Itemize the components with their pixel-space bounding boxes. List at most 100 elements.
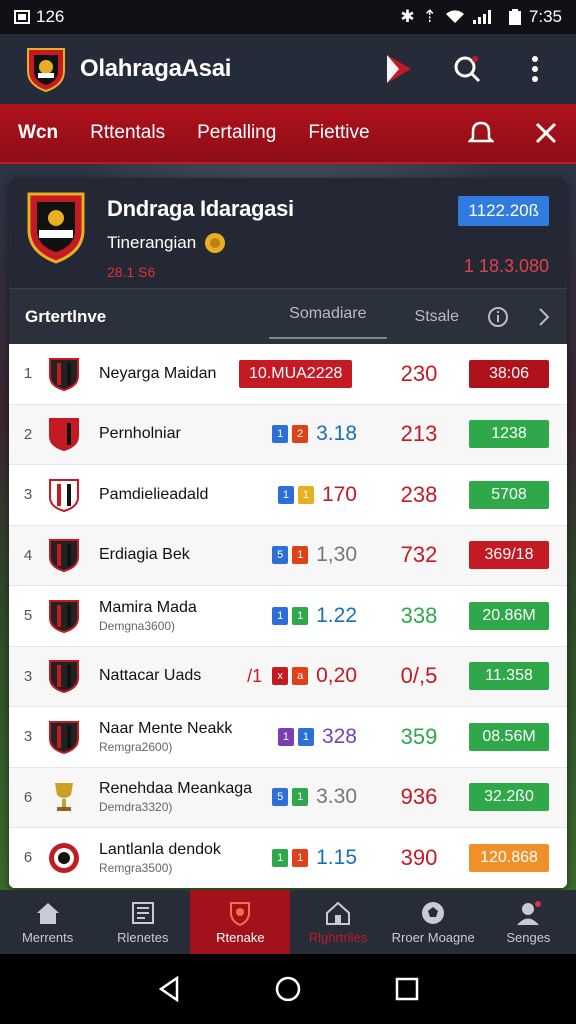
table-row[interactable]: 2 Pernholniar 1 2 3.18 213 1238 (9, 404, 567, 465)
form-indicators: 1 1 1.22 (237, 604, 357, 628)
table-row[interactable]: 3 Pamdielieadald 1 1 170 238 5708 (9, 465, 567, 526)
team-card: Dndraga Idaragasi Tinerangian 28.1 S6 11… (9, 178, 567, 888)
nav-label: Rtenake (216, 929, 265, 945)
back-button[interactable] (157, 976, 181, 1002)
tab-fiettive[interactable]: Fiettive (308, 122, 369, 144)
home-icon (36, 902, 59, 924)
value-pill[interactable]: 5708 (469, 480, 549, 509)
odds-value: 1.22 (316, 603, 357, 627)
team-subtext: Remgra3500) (99, 860, 173, 875)
form-chip: 1 (292, 848, 309, 867)
form-chip: 1 (292, 546, 309, 565)
form-chip: 1 (297, 485, 314, 504)
team-subtext: Demdra3320) (99, 800, 173, 815)
recents-button[interactable] (395, 977, 419, 1001)
points-value: 238 (400, 481, 438, 507)
tab-wcn[interactable]: Wcn (18, 122, 58, 144)
nav-item-soccer[interactable]: Rroer Moagne (386, 890, 481, 954)
nav-label: Merrents (21, 929, 74, 945)
rank: 3 (23, 667, 33, 685)
team-date: 28.1 S6 (107, 264, 156, 280)
chevron-right-icon[interactable] (537, 306, 551, 328)
system-nav-bar (0, 954, 576, 1024)
nav-item-home[interactable]: Merrents (0, 890, 95, 954)
app-logo-icon[interactable] (24, 45, 68, 93)
team-score-badge[interactable]: 1122.20ß (458, 196, 549, 226)
info-icon[interactable] (487, 306, 509, 328)
nav-item-news[interactable]: Rlenetes (95, 890, 190, 954)
rank: 6 (23, 849, 33, 867)
nav-item-house[interactable]: Rlghrtrlles (290, 890, 385, 954)
close-button[interactable] (534, 121, 558, 145)
search-button[interactable] (450, 52, 484, 86)
form-indicators: 1 1 1.15 (237, 846, 357, 870)
team-crest-icon (49, 599, 79, 633)
tab-pertalling[interactable]: Pertalling (197, 122, 276, 144)
signal-icon (472, 10, 491, 24)
form-chip: 1 (277, 485, 294, 504)
team-crest-icon (49, 418, 79, 452)
table-row[interactable]: 4 Erdiagia Bek 5 1 1,30 732 369/18 (9, 525, 567, 586)
flag-marker: /1 (247, 665, 263, 686)
rank: 2 (23, 425, 33, 443)
filter-tab-stsale[interactable]: Stsale (415, 308, 459, 326)
tab-rttentals[interactable]: Rttentals (90, 122, 165, 144)
team-subtext: Demgna3600) (99, 618, 176, 633)
form-indicators: 5 1 1,30 (237, 543, 357, 567)
team-subtitle: Tinerangian (107, 233, 197, 252)
nav-item-profile[interactable]: Senges (481, 890, 576, 954)
wifi-icon (445, 10, 464, 23)
more-options-button[interactable] (518, 52, 552, 86)
team-name: Lantlanla dendok (99, 840, 221, 858)
table-row[interactable]: 6 Lantlanla dendok Remgra3500) 1 1 1.15 390 120… (9, 828, 567, 888)
table-row[interactable]: 1 Neyarga Maidan 10.MUA2228 230 38:06 (9, 344, 567, 405)
value-pill[interactable]: 11.358 (469, 662, 549, 691)
vibrate-icon: ⇡ (422, 7, 437, 26)
value-pill[interactable]: 08.56M (469, 722, 549, 751)
value-pill[interactable]: 1238 (469, 420, 549, 449)
value-pill[interactable]: 369/18 (469, 541, 549, 570)
status-bar: 126 ✱ ⇡ 7:35 (0, 0, 576, 34)
points-value: 359 (400, 723, 438, 749)
team-crest-icon (49, 357, 79, 391)
table-row[interactable]: 5 Mamira Mada Demgna3600) 1 1 1.22 338 20.86M (9, 586, 567, 647)
value-pill[interactable]: 38:06 (469, 359, 549, 388)
soccer-icon (422, 901, 445, 924)
team-name: Mamira Mada (99, 598, 197, 616)
form-chip: 1 (292, 788, 309, 807)
odds-value: 0,20 (316, 664, 357, 688)
team-name: Dndraga Idaragasi (107, 196, 294, 221)
play-icon (387, 55, 411, 83)
filter-tab-somadiare[interactable]: Somadiare (269, 295, 387, 339)
value-pill[interactable]: 20.86M (469, 601, 549, 630)
rank: 3 (23, 486, 33, 504)
filter-row: Grtertlnve Somadiare Stsale (9, 288, 567, 344)
form-chip: a (292, 667, 309, 686)
nav-label: Rlenetes (117, 929, 169, 945)
tab-bar: Wcn Rttentals Pertalling Fiettive (0, 104, 576, 164)
team-name: Pamdielieadald (99, 485, 209, 503)
news-icon (131, 901, 154, 924)
team-name: Pernholniar (99, 425, 181, 443)
nav-label: Senges (506, 929, 551, 945)
value-pill[interactable]: 120.868 (469, 843, 549, 872)
search-icon (454, 56, 481, 83)
more-vert-icon (532, 56, 538, 82)
play-store-button[interactable] (382, 52, 416, 86)
odds-value: 1.15 (316, 845, 357, 869)
gallery-icon (14, 10, 30, 24)
table-row[interactable]: 6 Renehdaa Meankaga Demdra3320) 5 1 3.30 936 32… (9, 767, 567, 828)
table-row[interactable]: 3 Nattacar Uads/1 x a 0,20 0/,5 11.358 (9, 646, 567, 707)
nav-item-shield[interactable]: Rtenake (190, 890, 291, 954)
notification-bell-button[interactable] (468, 120, 494, 146)
form-indicators: 1 1 170 (237, 483, 357, 507)
standings-list: 1 Neyarga Maidan 10.MUA2228 230 38:06 2 Pernho… (9, 344, 567, 888)
table-row[interactable]: 3 Naar Mente Neakk Remgra2600) 1 1 328 359 08.5… (9, 707, 567, 768)
home-button[interactable] (275, 976, 301, 1002)
team-name: Erdiagia Bek (99, 546, 190, 564)
rank: 5 (23, 607, 33, 625)
team-header: Dndraga Idaragasi Tinerangian 28.1 S6 11… (9, 178, 567, 288)
odds-pill[interactable]: 10.MUA2228 (239, 359, 353, 388)
form-chip: 5 (272, 546, 289, 565)
value-pill[interactable]: 32.2ß0 (469, 783, 549, 812)
